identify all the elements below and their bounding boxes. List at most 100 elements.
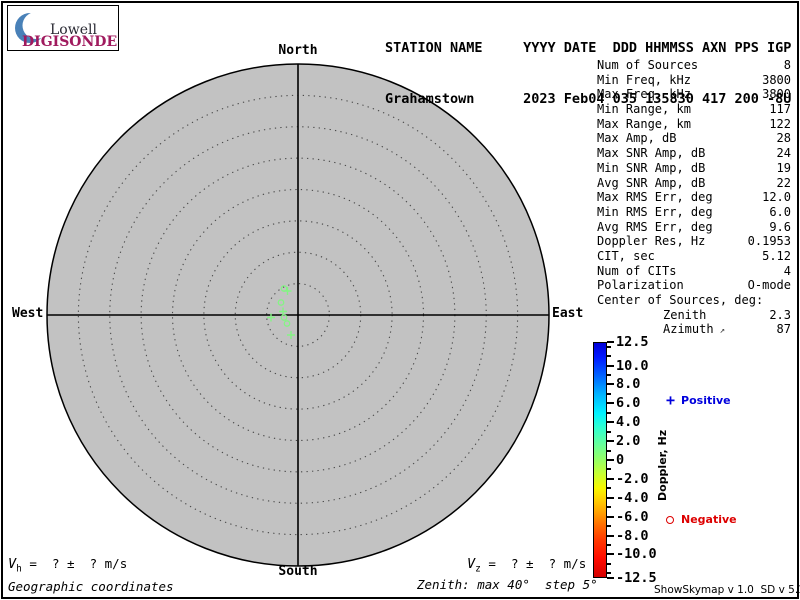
- colorbar-tick-label: -12.5: [616, 570, 657, 586]
- parameter-row: Avg RMS Err, deg 9.6: [597, 220, 791, 235]
- doppler-colorbar: [593, 342, 607, 578]
- parameter-value: 5.12: [762, 248, 791, 263]
- parameter-row: Polarization O-mode: [597, 278, 791, 293]
- parameter-label: Center of Sources, deg:: [597, 293, 764, 307]
- colorbar-tick-label: -6.0: [616, 508, 649, 525]
- parameter-value: 3800: [762, 72, 791, 87]
- parameter-label: Min Freq, kHz: [597, 72, 691, 87]
- colorbar-tick-label: 0: [616, 452, 625, 468]
- azimuth-arrow-icon: ↗: [719, 326, 725, 337]
- colorbar-tick-label: 12.5: [616, 334, 649, 350]
- parameter-label: CIT, sec: [597, 248, 655, 263]
- parameter-label: Min SNR Amp, dB: [597, 160, 706, 175]
- parameter-value: 8: [783, 58, 791, 72]
- colorbar-minor-tick: [607, 392, 611, 395]
- zenith-range-note: Zenith: max 40° step 5°: [417, 577, 598, 592]
- colorbar-major-tick: [607, 383, 614, 386]
- colorbar-tick-label: 4.0: [616, 414, 641, 431]
- parameter-row: Num of Sources 8: [597, 58, 791, 73]
- coordinates-note: Geographic coordinates: [8, 579, 174, 594]
- horizontal-velocity-readout: Vh = ? ± ? m/s: [8, 556, 127, 575]
- parameter-row: Doppler Res, Hz 0.1953: [597, 234, 791, 249]
- colorbar-minor-tick: [607, 355, 611, 358]
- parameter-label: Polarization: [597, 278, 684, 293]
- colorbar-minor-tick: [607, 468, 611, 471]
- parameter-value: 6.0: [769, 204, 791, 219]
- parameter-value: 87: [776, 322, 791, 337]
- colorbar-minor-tick: [607, 525, 611, 528]
- parameter-row: Max Freq, kHz 3800: [597, 87, 791, 102]
- colorbar-major-tick: [607, 440, 614, 443]
- parameter-label: Zenith: [663, 307, 707, 322]
- colorbar-major-tick: [607, 364, 614, 367]
- negative-marker-icon: [666, 515, 674, 524]
- parameter-value: 122: [769, 116, 791, 131]
- compass-north-label: North: [278, 43, 318, 58]
- vertical-velocity-readout: Vz = ? ± ? m/s: [467, 556, 586, 575]
- vh-symbol: V: [8, 556, 17, 572]
- parameter-value: 3800: [762, 87, 791, 102]
- version-label: ShowSkymap v 1.0 SD v 5.1: [654, 584, 800, 596]
- parameter-value: 117: [769, 102, 791, 117]
- parameter-label: Max Range, km: [597, 116, 691, 131]
- parameter-row: Min Range, km 117: [597, 102, 791, 117]
- colorbar-minor-tick: [607, 487, 611, 490]
- parameter-label: Avg RMS Err, deg: [597, 219, 713, 234]
- colorbar-minor-tick: [607, 449, 611, 452]
- legend-positive: + Positive: [666, 391, 731, 409]
- station-header-labels: STATION NAME YYYY DATE DDD HHMMSS AXN PP…: [385, 40, 792, 56]
- parameter-value: 24: [776, 146, 791, 161]
- lowell-digisonde-logo: Lowell DIGISONDE: [7, 5, 119, 51]
- parameter-row: Max Amp, dB 28: [597, 131, 791, 146]
- colorbar-major-tick: [607, 477, 614, 480]
- parameter-row: Max SNR Amp, dB 24: [597, 146, 791, 161]
- colorbar-minor-tick: [607, 572, 611, 575]
- parameter-row: CIT, sec 5.12: [597, 249, 791, 264]
- colorbar-tick-label: 8.0: [616, 376, 641, 393]
- parameter-value: 2.3: [769, 307, 791, 322]
- parameter-label: Avg SNR Amp, dB: [597, 175, 706, 190]
- colorbar-major-tick: [607, 421, 614, 424]
- colorbar-tick-label: -10.0: [616, 546, 657, 563]
- parameter-row: Avg SNR Amp, dB 22: [597, 176, 791, 191]
- colorbar-minor-tick: [607, 506, 611, 509]
- parameter-value: 4: [783, 263, 791, 278]
- parameter-label: Num of CITs: [597, 263, 677, 278]
- compass-south-label: South: [278, 564, 318, 579]
- parameter-label: Num of Sources: [597, 58, 699, 72]
- colorbar-major-tick: [607, 496, 614, 499]
- parameter-row: Num of CITs 4: [597, 264, 791, 279]
- colorbar-tick-label: 6.0: [616, 395, 641, 412]
- parameter-value: 28: [776, 131, 791, 146]
- colorbar-minor-tick: [607, 430, 611, 433]
- parameter-row: Zenith 2.3: [597, 308, 791, 323]
- parameter-row: Max RMS Err, deg 12.0: [597, 190, 791, 205]
- parameter-label: Max RMS Err, deg: [597, 190, 713, 205]
- logo-text-digisonde: DIGISONDE: [22, 34, 118, 50]
- vz-symbol: V: [467, 556, 476, 572]
- colorbar-minor-tick: [607, 345, 611, 348]
- legend-positive-label: Positive: [681, 394, 731, 407]
- parameter-label: Min Range, km: [597, 102, 691, 117]
- parameter-label: Max Freq, kHz: [597, 87, 691, 102]
- parameter-row: Min SNR Amp, dB 19: [597, 161, 791, 176]
- parameter-row: Max Range, km 122: [597, 117, 791, 132]
- positive-marker-icon: +: [666, 391, 676, 409]
- colorbar-tick-label: -2.0: [616, 470, 649, 487]
- showskymap-window: Lowell DIGISONDE STATION NAME YYYY DATE …: [0, 0, 800, 600]
- parameter-label: Min RMS Err, deg: [597, 204, 713, 219]
- parameter-value: 19: [776, 160, 791, 175]
- colorbar-title: Doppler, Hz: [656, 429, 669, 501]
- parameter-value: 9.6: [769, 219, 791, 234]
- colorbar-minor-tick: [607, 543, 611, 546]
- colorbar-minor-tick: [607, 562, 611, 565]
- colorbar-major-tick: [607, 459, 614, 461]
- parameter-label: Max Amp, dB: [597, 131, 677, 146]
- colorbar-major-tick: [607, 553, 614, 556]
- parameter-value: O-mode: [747, 278, 791, 293]
- parameter-row: Min Freq, kHz 3800: [597, 73, 791, 88]
- colorbar-minor-tick: [607, 411, 611, 414]
- parameter-value: 22: [776, 175, 791, 190]
- compass-east-label: East: [552, 306, 584, 321]
- colorbar-major-tick: [607, 515, 614, 518]
